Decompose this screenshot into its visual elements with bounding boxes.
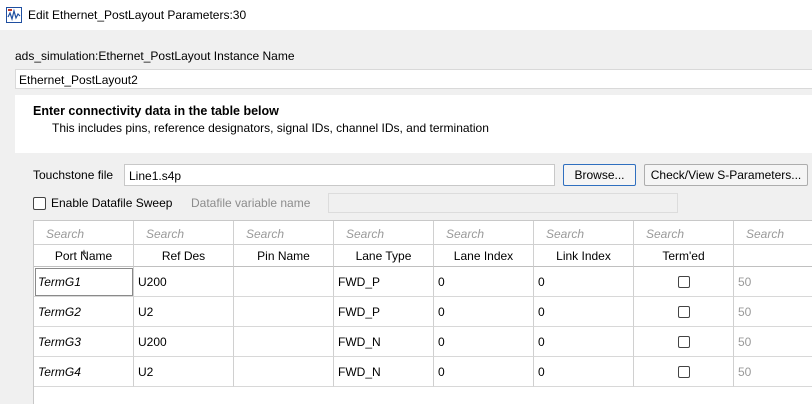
ref-des-cell[interactable]: U2	[134, 297, 234, 327]
column-header-termed[interactable]: Term'ed	[634, 245, 734, 267]
column-header-port-name[interactable]: ▲ Port Name	[34, 245, 134, 267]
table-row: TermG4 U2 FWD_N 0 0 50	[34, 357, 812, 387]
lane-index-cell[interactable]: 0	[434, 357, 534, 387]
lane-type-cell[interactable]: FWD_P	[334, 297, 434, 327]
termed-checkbox[interactable]	[677, 305, 690, 318]
table-row: TermG2 U2 FWD_P 0 0 50	[34, 297, 812, 327]
enable-datafile-sweep-checkbox[interactable]	[33, 197, 46, 210]
ref-des-cell[interactable]: U2	[134, 357, 234, 387]
column-header-link-index[interactable]: Link Index	[534, 245, 634, 267]
window-title: Edit Ethernet_PostLayout Parameters:30	[28, 8, 247, 22]
instance-name-label: ads_simulation:Ethernet_PostLayout Insta…	[15, 49, 295, 63]
table-row: TermG1 U200 FWD_P 0 0 50	[34, 267, 812, 297]
datafile-variable-name-input	[328, 193, 678, 213]
search-termed-input[interactable]	[634, 221, 733, 244]
table-row: TermG3 U200 FWD_N 0 0 50	[34, 327, 812, 357]
ref-des-cell[interactable]: U200	[134, 327, 234, 357]
pin-name-cell[interactable]	[234, 267, 334, 297]
port-name-cell[interactable]: TermG4	[34, 357, 134, 387]
extra-cell: 50	[734, 327, 812, 357]
link-index-cell[interactable]: 0	[534, 267, 634, 297]
column-header-extra[interactable]	[734, 245, 812, 267]
browse-button[interactable]: Browse...	[563, 164, 636, 186]
info-subtitle: This includes pins, reference designator…	[52, 121, 489, 135]
column-header-pin-name[interactable]: Pin Name	[234, 245, 334, 267]
title-bar: Edit Ethernet_PostLayout Parameters:30	[0, 0, 812, 30]
link-index-cell[interactable]: 0	[534, 357, 634, 387]
search-ref-des-input[interactable]	[134, 221, 233, 244]
info-title: Enter connectivity data in the table bel…	[33, 104, 279, 118]
search-extra-input[interactable]	[734, 221, 812, 244]
pin-name-cell[interactable]	[234, 357, 334, 387]
extra-cell: 50	[734, 267, 812, 297]
lane-type-cell[interactable]: FWD_N	[334, 327, 434, 357]
touchstone-file-label: Touchstone file	[33, 168, 114, 182]
column-header-lane-index[interactable]: Lane Index	[434, 245, 534, 267]
termed-checkbox[interactable]	[677, 275, 690, 288]
port-name-cell[interactable]: TermG1	[34, 267, 134, 297]
enable-datafile-sweep-label[interactable]: Enable Datafile Sweep	[51, 196, 172, 210]
termed-checkbox[interactable]	[677, 365, 690, 378]
connectivity-table: ▲ Port Name Ref Des Pin Name Lane Type L…	[33, 220, 812, 404]
search-lane-index-input[interactable]	[434, 221, 533, 244]
touchstone-file-input[interactable]: Line1.s4p	[124, 164, 555, 186]
search-lane-type-input[interactable]	[334, 221, 433, 244]
link-index-cell[interactable]: 0	[534, 327, 634, 357]
column-header-lane-type[interactable]: Lane Type	[334, 245, 434, 267]
ads-app-icon	[6, 7, 22, 23]
termed-cell	[634, 297, 734, 327]
header-row: ▲ Port Name Ref Des Pin Name Lane Type L…	[34, 245, 812, 267]
pin-name-cell[interactable]	[234, 327, 334, 357]
extra-cell: 50	[734, 357, 812, 387]
termed-checkbox[interactable]	[677, 335, 690, 348]
search-row	[34, 221, 812, 245]
search-pin-name-input[interactable]	[234, 221, 333, 244]
lane-index-cell[interactable]: 0	[434, 327, 534, 357]
lane-type-cell[interactable]: FWD_P	[334, 267, 434, 297]
lane-type-cell[interactable]: FWD_N	[334, 357, 434, 387]
instance-name-field[interactable]: Ethernet_PostLayout2	[15, 69, 812, 89]
lane-index-cell[interactable]: 0	[434, 297, 534, 327]
lane-index-cell[interactable]: 0	[434, 267, 534, 297]
termed-cell	[634, 267, 734, 297]
check-view-s-parameters-button[interactable]: Check/View S-Parameters...	[644, 164, 808, 186]
search-link-index-input[interactable]	[534, 221, 633, 244]
ref-des-cell[interactable]: U200	[134, 267, 234, 297]
termed-cell	[634, 357, 734, 387]
port-name-cell[interactable]: TermG2	[34, 297, 134, 327]
link-index-cell[interactable]: 0	[534, 297, 634, 327]
column-header-ref-des[interactable]: Ref Des	[134, 245, 234, 267]
datafile-variable-name-label: Datafile variable name	[191, 196, 311, 210]
pin-name-cell[interactable]	[234, 297, 334, 327]
port-name-cell[interactable]: TermG3	[34, 327, 134, 357]
extra-cell: 50	[734, 297, 812, 327]
info-panel: Enter connectivity data in the table bel…	[15, 95, 812, 153]
sort-ascending-icon: ▲	[80, 247, 88, 256]
termed-cell	[634, 327, 734, 357]
